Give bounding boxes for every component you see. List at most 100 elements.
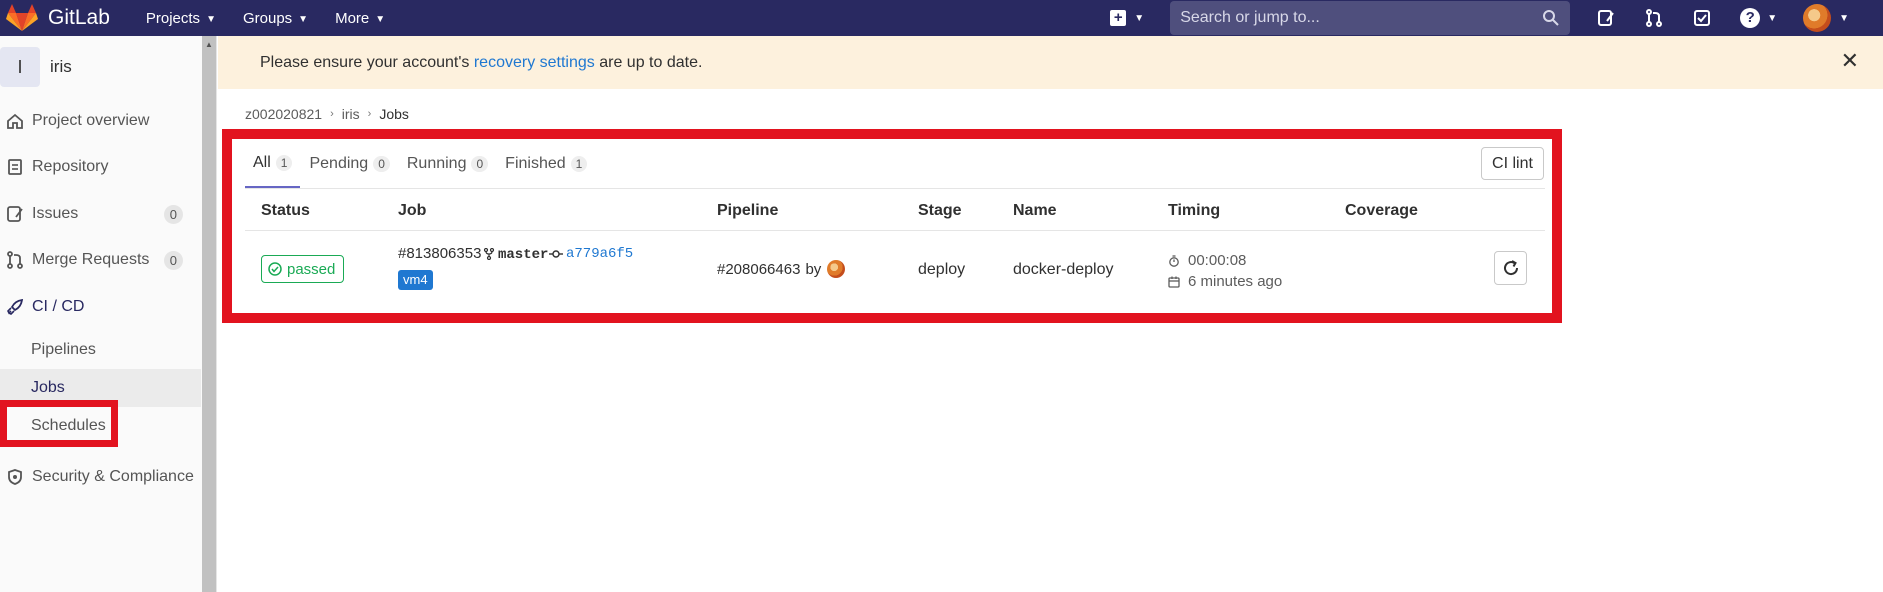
tab-count-badge: 0: [373, 156, 390, 172]
recovery-settings-alert: Please ensure your account's recovery se…: [218, 36, 1883, 89]
tab-label: All: [253, 154, 271, 171]
user-avatar: [1803, 4, 1832, 32]
commit-sha-link[interactable]: a779a6f5: [566, 246, 633, 262]
sidebar-item-label: Project overview: [32, 112, 150, 129]
user-menu-dropdown[interactable]: ▼: [1803, 4, 1849, 32]
column-header-stage: Stage: [918, 202, 962, 219]
tab-count-badge: 1: [570, 156, 588, 172]
column-header-timing: Timing: [1168, 202, 1221, 219]
stage-cell: deploy: [918, 261, 966, 278]
gitlab-brand-name: GitLab: [48, 6, 110, 29]
sidebar-item-issues[interactable]: Issues 0: [0, 191, 201, 237]
breadcrumb-project[interactable]: iris: [342, 106, 360, 122]
sidebar-subitem-label: Pipelines: [31, 341, 96, 358]
gitlab-logo-icon: [6, 4, 38, 31]
nav-more-label: More: [335, 9, 370, 27]
retry-icon: [1503, 260, 1518, 276]
status-label: passed: [287, 260, 336, 278]
chevron-down-icon: ▼: [1839, 12, 1849, 24]
tab-pending[interactable]: Pending 0: [301, 140, 397, 188]
merge-request-icon: [7, 251, 23, 269]
gitlab-home-link[interactable]: GitLab: [6, 0, 110, 36]
breadcrumb: z002020821 › iris › Jobs: [245, 106, 409, 122]
issues-icon: [7, 206, 23, 222]
status-badge[interactable]: passed: [261, 255, 345, 283]
new-dropdown-button[interactable]: + ▼: [1110, 10, 1144, 26]
tab-finished[interactable]: Finished 1: [497, 140, 595, 188]
pipeline-by-text: by: [805, 260, 822, 278]
chevron-down-icon: ▼: [1134, 12, 1145, 24]
nav-groups-label: Groups: [242, 9, 293, 27]
ci-lint-button[interactable]: CI lint: [1481, 147, 1544, 180]
calendar-icon: [1168, 276, 1180, 288]
runner-tag-badge: vm4: [398, 270, 433, 290]
tab-all[interactable]: All 1: [245, 140, 301, 188]
breadcrumb-current[interactable]: Jobs: [379, 106, 409, 122]
sidebar-item-security-compliance[interactable]: Security & Compliance: [0, 454, 201, 500]
pipeline-user-avatar[interactable]: [827, 260, 846, 278]
chevron-down-icon: ▼: [206, 13, 216, 25]
jobs-scope-tabs: All 1 Pending 0 Running 0 Finished 1: [245, 140, 596, 188]
tab-label: Finished: [505, 155, 566, 172]
issues-count-badge: 0: [163, 204, 183, 224]
retry-job-button[interactable]: [1494, 251, 1527, 285]
tab-count-badge: 1: [275, 155, 293, 171]
chevron-down-icon: ▼: [375, 13, 386, 25]
pipeline-id-link[interactable]: #208066463: [717, 261, 800, 278]
merge-request-icon[interactable]: [1644, 8, 1664, 28]
sidebar-content: I iris Project overview Repository Issue…: [0, 36, 201, 592]
nav-projects-dropdown[interactable]: Projects ▼: [146, 10, 216, 27]
recovery-settings-link[interactable]: recovery settings: [474, 54, 595, 71]
alert-text: Please ensure your account's recovery se…: [260, 54, 702, 72]
stopwatch-icon: [1169, 254, 1179, 267]
sidebar-item-ci-cd[interactable]: CI / CD: [0, 284, 201, 330]
sidebar-item-label: Security & Compliance: [32, 468, 194, 485]
nav-groups-dropdown[interactable]: Groups ▼: [243, 10, 308, 27]
todo-issues-icon[interactable]: [1596, 8, 1616, 28]
sidebar-item-project-overview[interactable]: Project overview: [0, 98, 201, 144]
project-avatar: I: [0, 47, 40, 87]
merge-requests-count-badge: 0: [163, 250, 183, 270]
todo-check-icon[interactable]: [1692, 8, 1712, 28]
branch-icon: [483, 248, 495, 260]
scroll-up-arrow-icon[interactable]: ▲: [205, 40, 213, 49]
main-content: Please ensure your account's recovery se…: [218, 36, 1883, 592]
chevron-down-icon: ▼: [298, 13, 309, 25]
tab-label: Running: [406, 155, 467, 172]
chevron-right-icon: ›: [367, 108, 372, 120]
sidebar-project-header[interactable]: I iris: [0, 36, 201, 98]
search-box: [1170, 1, 1571, 35]
close-icon[interactable]: ✕: [1841, 50, 1859, 72]
help-dropdown[interactable]: ? ▼: [1740, 8, 1777, 28]
nav-right: + ▼ ? ▼ ▼: [1110, 0, 1883, 36]
home-icon: [7, 113, 23, 129]
sidebar-subitem-pipelines[interactable]: Pipelines: [0, 331, 201, 369]
nav-menu: Projects ▼ Groups ▼ More ▼: [146, 10, 412, 27]
sidebar-item-merge-requests[interactable]: Merge Requests 0: [0, 237, 201, 283]
top-navbar: GitLab Projects ▼ Groups ▼ More ▼ + ▼ Se…: [0, 0, 1883, 36]
nav-projects-label: Projects: [145, 9, 201, 27]
search-input[interactable]: [1180, 9, 1543, 27]
breadcrumb-group[interactable]: z002020821: [245, 106, 322, 122]
tab-running[interactable]: Running 0: [399, 140, 496, 188]
tab-count-badge: 0: [471, 156, 489, 172]
project-sidebar: I iris Project overview Repository Issue…: [0, 36, 217, 592]
alert-text-prefix: Please ensure your account's: [260, 53, 474, 71]
alert-text-suffix: are up to date.: [594, 53, 703, 71]
chevron-right-icon: ›: [330, 108, 334, 120]
timing-cell: 00:00:08 6 minutes ago: [1168, 250, 1282, 292]
sidebar-scrollbar[interactable]: ▲: [202, 36, 216, 592]
chevron-down-icon: ▼: [1767, 12, 1778, 24]
pipeline-cell: #208066463 by: [717, 260, 846, 278]
column-header-name: Name: [1013, 202, 1057, 219]
help-icon: ?: [1740, 8, 1761, 28]
job-finished-time: 6 minutes ago: [1188, 273, 1283, 290]
job-id-link[interactable]: #813806353: [398, 245, 481, 262]
status-success-icon: [268, 262, 282, 276]
nav-more-dropdown[interactable]: More ▼: [335, 10, 385, 27]
sidebar-item-repository[interactable]: Repository: [0, 144, 201, 190]
branch-name-link[interactable]: master: [498, 247, 548, 263]
sidebar-subitem-label: Jobs: [31, 379, 65, 396]
tabs-divider: [245, 188, 1545, 189]
column-header-coverage: Coverage: [1345, 202, 1418, 219]
